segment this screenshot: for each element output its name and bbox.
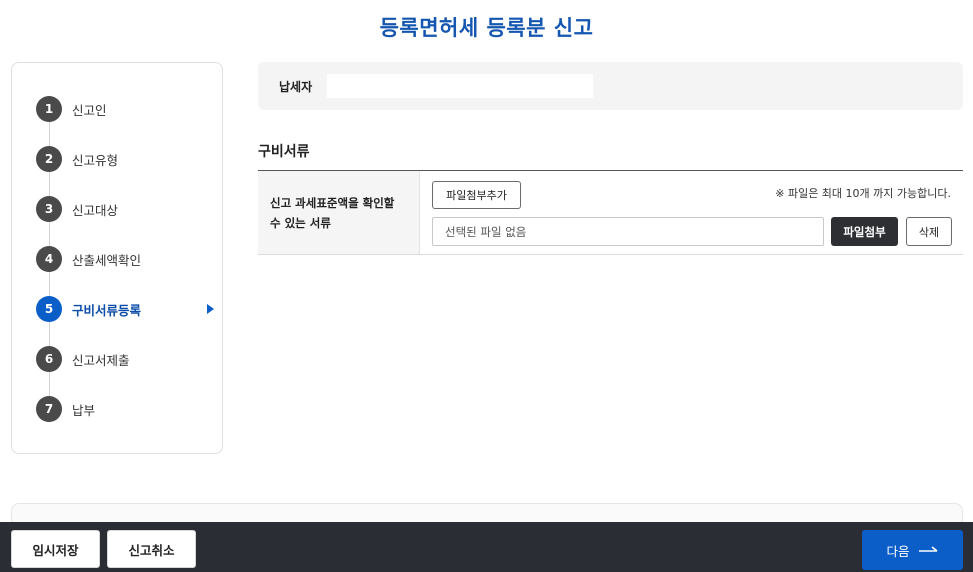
triangle-right-icon bbox=[207, 304, 214, 314]
step-number: 2 bbox=[36, 146, 62, 172]
taxpayer-value bbox=[327, 74, 593, 98]
step-label: 신고대상 bbox=[72, 202, 119, 218]
file-limit-note: ※ 파일은 최대 10개 까지 가능합니다. bbox=[775, 187, 951, 200]
step-label: 구비서류등록 bbox=[72, 302, 142, 318]
document-row-body: 파일첨부추가 ※ 파일은 최대 10개 까지 가능합니다. 선택된 파일 없음 … bbox=[420, 171, 963, 254]
taxpayer-box: 납세자 bbox=[258, 62, 963, 110]
document-row-label-line2: 수 있는 서류 bbox=[270, 216, 331, 231]
attach-file-button[interactable]: 파일첨부 bbox=[831, 217, 898, 246]
step-4-tax-check[interactable]: 4 산출세액확인 bbox=[36, 246, 216, 272]
step-2-report-type[interactable]: 2 신고유형 bbox=[36, 146, 216, 172]
step-number: 5 bbox=[36, 296, 62, 322]
step-3-report-target[interactable]: 3 신고대상 bbox=[36, 196, 216, 222]
step-number: 6 bbox=[36, 346, 62, 372]
step-label: 납부 bbox=[72, 402, 96, 418]
step-label: 산출세액확인 bbox=[72, 252, 142, 268]
step-6-submit-report[interactable]: 6 신고서제출 bbox=[36, 346, 216, 372]
step-number: 1 bbox=[36, 96, 62, 122]
step-number: 7 bbox=[36, 396, 62, 422]
taxpayer-label: 납세자 bbox=[279, 79, 313, 94]
step-7-payment[interactable]: 7 납부 bbox=[36, 396, 216, 422]
add-file-button[interactable]: 파일첨부추가 bbox=[432, 181, 521, 209]
cancel-report-button[interactable]: 신고취소 bbox=[107, 530, 196, 568]
next-button-label: 다음 bbox=[886, 543, 910, 559]
step-number: 3 bbox=[36, 196, 62, 222]
delete-file-button[interactable]: 삭제 bbox=[906, 217, 952, 246]
section-title: 구비서류 bbox=[258, 144, 310, 160]
file-name-field[interactable]: 선택된 파일 없음 bbox=[432, 217, 824, 246]
temp-save-button[interactable]: 임시저장 bbox=[11, 530, 100, 568]
document-table: 신고 과세표준액을 확인할 수 있는 서류 파일첨부추가 ※ 파일은 최대 10… bbox=[258, 170, 963, 255]
step-5-documents[interactable]: 5 구비서류등록 bbox=[36, 296, 216, 322]
step-1-applicant[interactable]: 1 신고인 bbox=[36, 96, 216, 122]
step-label: 신고유형 bbox=[72, 152, 119, 168]
next-button[interactable]: 다음 bbox=[862, 530, 963, 570]
page-title: 등록면허세 등록분 신고 bbox=[379, 16, 594, 40]
step-label: 신고인 bbox=[72, 102, 107, 118]
footer-bar: 임시저장 신고취소 다음 bbox=[0, 522, 973, 572]
step-label: 신고서제출 bbox=[72, 352, 130, 368]
step-number: 4 bbox=[36, 246, 62, 272]
arrow-right-icon bbox=[918, 546, 939, 554]
document-row-label-line1: 신고 과세표준액을 확인할 bbox=[270, 196, 395, 210]
document-row-label: 신고 과세표준액을 확인할 수 있는 서류 bbox=[258, 171, 420, 254]
step-navigation: 1 신고인 2 신고유형 3 신고대상 4 산출세액확인 5 구비서류등록 6 … bbox=[11, 62, 223, 454]
